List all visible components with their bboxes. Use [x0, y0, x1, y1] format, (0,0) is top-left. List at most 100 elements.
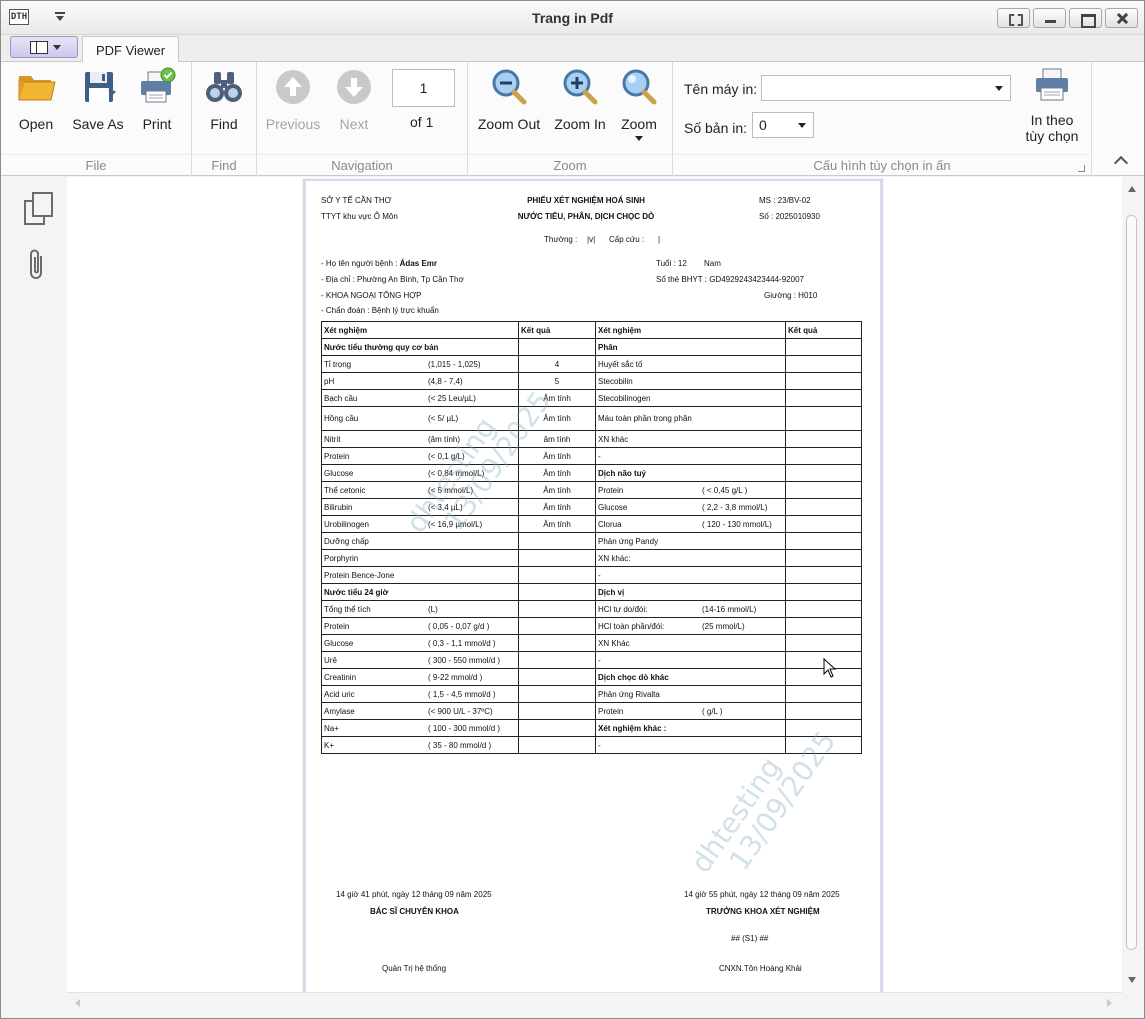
- snap-window-button[interactable]: [997, 8, 1030, 28]
- test-name-cell-right: Dịch chọc dò khác: [595, 668, 786, 686]
- previous-label: Previous: [265, 116, 321, 132]
- test-name: HCl tự do/đói:: [598, 604, 648, 614]
- save-disk-icon: [85, 72, 117, 102]
- binoculars-icon: [206, 72, 242, 102]
- column-header: Kết quả: [518, 321, 596, 339]
- previous-page-button[interactable]: Previous: [265, 66, 321, 132]
- test-name-cell-right: XN Khác: [595, 634, 786, 652]
- test-name-cell-right: Protein ( g/L ): [595, 702, 786, 720]
- horizontal-scrollbar[interactable]: [67, 992, 1122, 1012]
- test-name: Amylase: [324, 706, 355, 716]
- save-as-button[interactable]: Save As: [69, 66, 127, 132]
- zoom-out-button[interactable]: Zoom Out: [477, 66, 541, 132]
- open-button[interactable]: Open: [11, 66, 61, 132]
- table-header-row: Xét nghiệm Kết quả Xét nghiệm Kết quả: [321, 321, 862, 339]
- custom-print-label-line1: In theo: [1030, 112, 1074, 128]
- test-name-cell-right: Dịch vị: [595, 583, 786, 601]
- result-cell-right: [785, 515, 862, 533]
- ribbon: Open Save As Print File Find Find Previo…: [1, 62, 1144, 176]
- result-cell-right: [785, 532, 862, 550]
- test-name: Creatinin: [324, 672, 357, 682]
- lab-results-body: Nước tiểu thường quy cơ bản Phân Tỉ trọng (…: [321, 338, 862, 754]
- attachments-paperclip-icon[interactable]: [28, 247, 46, 283]
- maximize-button[interactable]: [1069, 8, 1102, 28]
- scroll-left-icon[interactable]: [75, 999, 80, 1007]
- test-name: Protein: [324, 621, 350, 631]
- table-row: Protein ( 0,05 - 0,07 g/d ) HCl toàn phần/…: [321, 617, 862, 635]
- test-name: Acid uric: [324, 689, 355, 699]
- zoom-label: Zoom: [621, 116, 657, 132]
- result-cell-left: [518, 736, 596, 754]
- result-cell-right: [785, 406, 862, 431]
- printer-name-label: Tên máy in:: [684, 81, 758, 97]
- page-number-input[interactable]: 1: [392, 69, 455, 107]
- footer-right-signature: ## (S1) ##: [731, 934, 769, 943]
- print-button[interactable]: Print: [134, 66, 180, 132]
- test-name-cell-right: HCl toàn phần/đói: (25 mmol/L): [595, 617, 786, 635]
- printer-name-select[interactable]: [761, 75, 1011, 101]
- vertical-scrollbar[interactable]: [1122, 177, 1142, 992]
- table-row: Bilirubin (< 3,4 µL) Âm tính Glucose( 2,2 -…: [321, 498, 862, 516]
- pdf-viewer-canvas[interactable]: SỞ Y TẾ CẦN THƠ TTYT khu vực Ô Môn PHIẾU…: [67, 177, 1122, 992]
- doc-capcuu-checkbox: |: [658, 235, 661, 244]
- zoom-in-button[interactable]: Zoom In: [551, 66, 609, 132]
- table-row: Protein (< 0,1 g/L) Âm tính -: [321, 447, 862, 465]
- scroll-up-icon[interactable]: [1128, 186, 1136, 192]
- tab-pdf-viewer[interactable]: PDF Viewer: [82, 36, 180, 62]
- test-name: Bạch cầu: [324, 393, 358, 403]
- test-name: Phân: [598, 342, 618, 352]
- content-area: SỞ Y TẾ CẦN THƠ TTYT khu vực Ô Môn PHIẾU…: [1, 177, 1144, 1018]
- dialog-launcher-icon[interactable]: [1078, 165, 1085, 172]
- test-name-wrapper: Máu toàn phần trong phân: [598, 414, 783, 423]
- footer-right-timestamp: 14 giờ 55 phút, ngày 12 tháng 09 năm 202…: [684, 890, 840, 899]
- test-name-cell-right: Phân: [595, 338, 786, 356]
- test-name-cell-left: Creatinin ( 9-22 mmol/d ): [321, 668, 519, 686]
- ribbon-tab-strip: PDF Viewer: [1, 35, 1144, 62]
- doc-so: Số : 2025010930: [759, 212, 820, 221]
- test-name-cell-right: HCl tự do/đói: (14-16 mmol/L): [595, 600, 786, 618]
- result-cell-right: [785, 464, 862, 482]
- patient-name-label: - Họ tên người bệnh :: [321, 259, 398, 268]
- zoom-dropdown-button[interactable]: Zoom: [618, 66, 660, 142]
- custom-print-label-line2: tùy chọn: [1025, 128, 1079, 144]
- page-thumbnails-icon[interactable]: [24, 192, 53, 225]
- test-name: Máu toàn phần trong phân: [598, 414, 692, 423]
- find-button[interactable]: Find: [201, 66, 247, 132]
- minimize-button[interactable]: [1033, 8, 1066, 28]
- scroll-down-icon[interactable]: [1128, 977, 1136, 983]
- test-name-wrapper: Amylase (< 900 U/L - 37ºC): [324, 707, 516, 716]
- footer-right-signer: CNXN.Tôn Hoàng Khải: [719, 964, 802, 973]
- result-cell-right: [785, 355, 862, 373]
- zoom-out-icon: [492, 69, 527, 105]
- table-row: Amylase (< 900 U/L - 37ºC) Protein ( g/L ): [321, 702, 862, 720]
- window-controls: [997, 8, 1138, 28]
- result-cell-right: [785, 447, 862, 465]
- result-cell-right: [785, 372, 862, 390]
- test-name-cell-left: Protein Bence-Jone: [321, 566, 519, 584]
- close-button[interactable]: [1105, 8, 1138, 28]
- ribbon-group-find: Find Find: [192, 62, 257, 176]
- arrow-up-icon: [276, 70, 310, 104]
- next-page-button[interactable]: Next: [331, 66, 377, 132]
- test-name-wrapper: XN khác:: [598, 554, 783, 563]
- reference-range: ( 100 - 300 mmol/d ): [428, 723, 501, 733]
- footer-left-signer: Quản Trị hệ thống: [382, 964, 447, 973]
- application-menu-button[interactable]: [10, 36, 78, 58]
- title-bar: DTH Trang in Pdf: [1, 1, 1144, 35]
- test-name-cell-left: pH (4,8 - 7,4): [321, 372, 519, 390]
- test-name: Tỉ trọng: [324, 359, 352, 369]
- copies-select[interactable]: 0: [752, 112, 814, 138]
- reference-range: ( g/L ): [702, 706, 723, 716]
- scroll-right-icon[interactable]: [1107, 999, 1112, 1007]
- table-row: Nước tiểu 24 giờ Dịch vị: [321, 583, 862, 601]
- test-name: Phản ứng Rivalta: [598, 689, 660, 699]
- reference-range: (L): [428, 604, 438, 614]
- doc-org-line2: TTYT khu vực Ô Môn: [321, 212, 398, 221]
- reference-range: ( 0,05 - 0,07 g/d ): [428, 621, 490, 631]
- collapse-ribbon-icon[interactable]: [1114, 154, 1130, 166]
- test-name-wrapper: Huyết sắc tố: [598, 360, 783, 369]
- table-row: Bạch cầu (< 25 Leu/µL) Âm tính Stecobilinog…: [321, 389, 862, 407]
- scrollbar-thumb[interactable]: [1126, 215, 1137, 950]
- test-name-cell-right: Clorua ( 120 - 130 mmol/L): [595, 515, 786, 533]
- custom-print-button[interactable]: In theo tùy chọn: [1021, 64, 1083, 144]
